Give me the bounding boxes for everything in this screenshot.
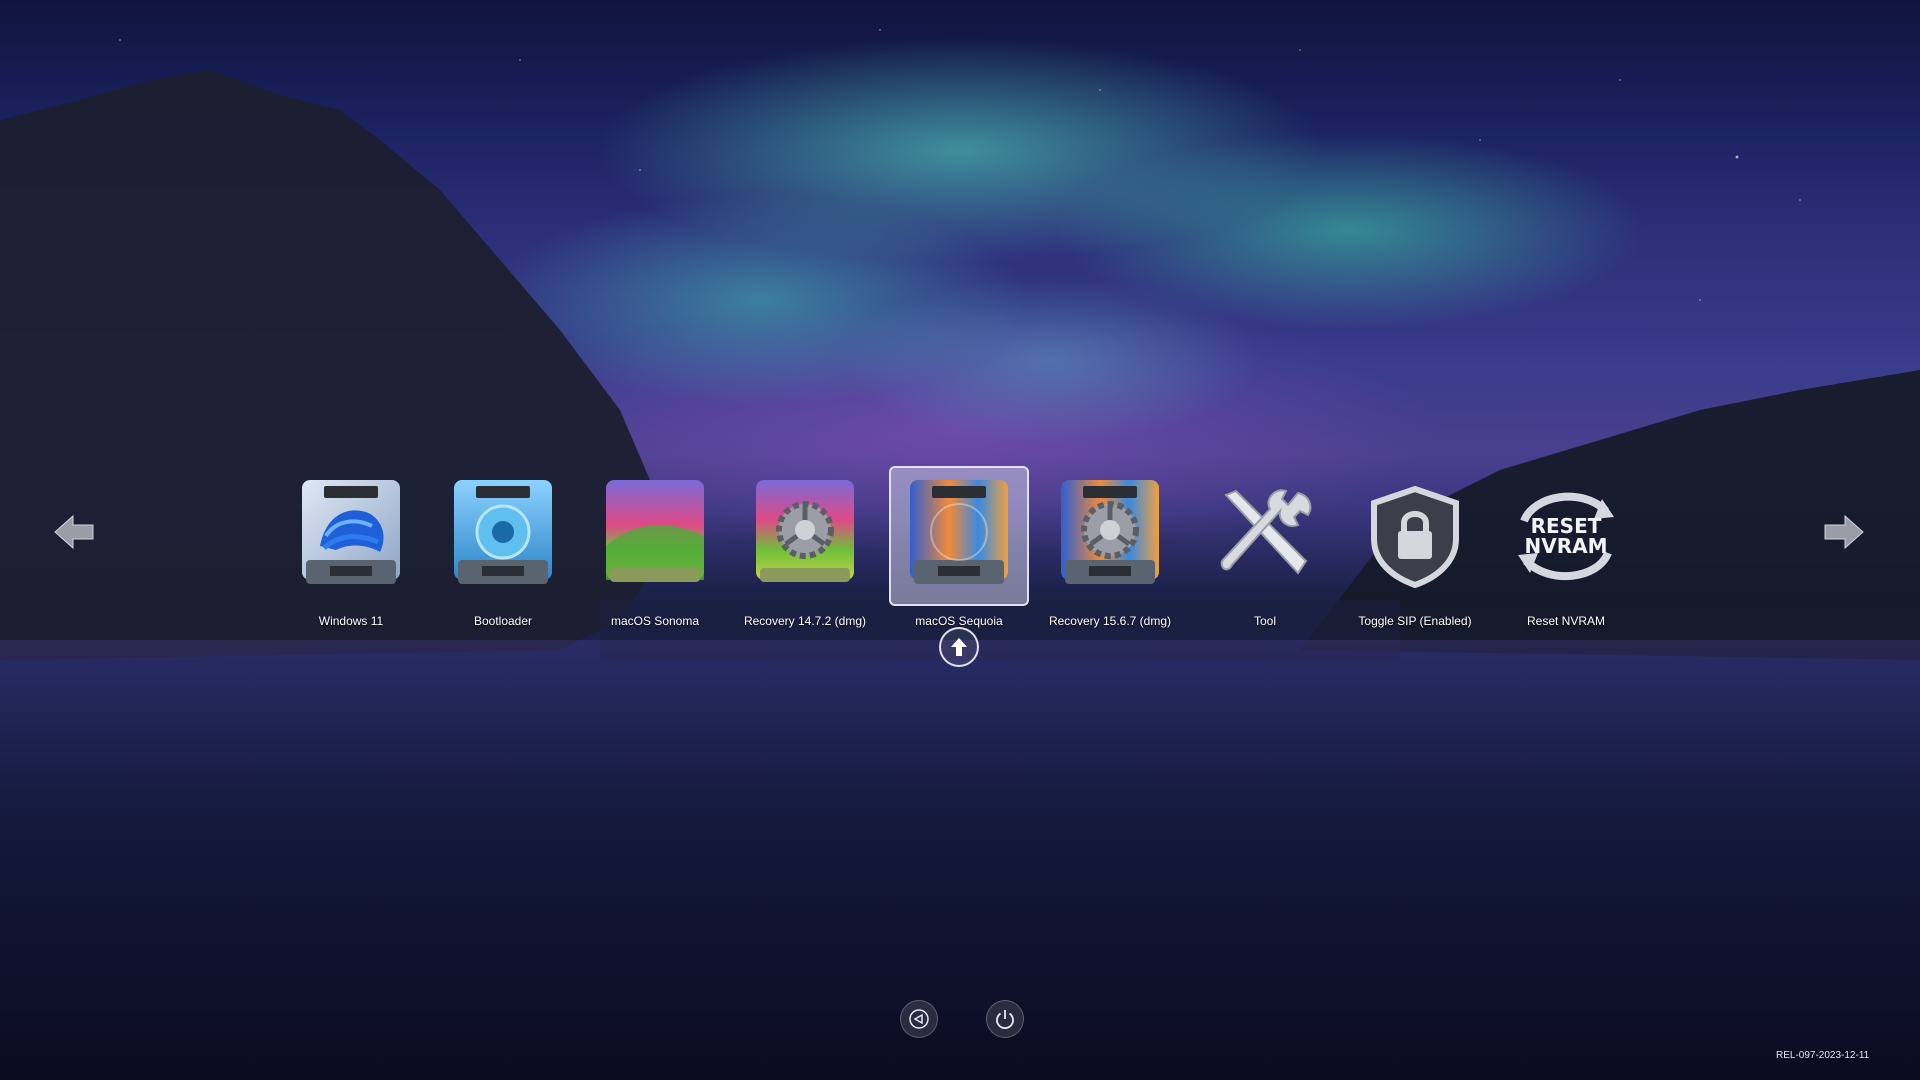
- boot-entry-toggle-sip[interactable]: Toggle SIP (Enabled): [1343, 466, 1487, 636]
- boot-picker-screen: Windows 11 Bootloader macOS Sonoma Recov…: [0, 0, 1920, 1080]
- entry-label: Windows 11: [318, 614, 384, 628]
- entry-label: Bootloader: [473, 614, 533, 628]
- entry-label: Tool: [1253, 614, 1276, 628]
- shield-lock-icon: [1371, 485, 1459, 589]
- arrow-up-icon: [951, 638, 967, 656]
- back-icon: [909, 1009, 929, 1029]
- lake-reflection: [0, 640, 1920, 1080]
- sonoma-drive-icon: [606, 480, 704, 582]
- reset-nvram-icon-line2: NVRAM: [1525, 534, 1608, 558]
- back-button[interactable]: [900, 1000, 938, 1038]
- entry-label: Recovery 14.7.2 (dmg): [743, 614, 867, 628]
- boot-entries: Windows 11 Bootloader macOS Sonoma Recov…: [0, 466, 1920, 636]
- entry-label: Recovery 15.6.7 (dmg): [1048, 614, 1172, 628]
- entry-label: Toggle SIP (Enabled): [1358, 614, 1472, 628]
- boot-entry-reset-nvram[interactable]: RESET NVRAM Reset NVRAM: [1494, 466, 1638, 636]
- entry-label: macOS Sonoma: [610, 614, 700, 628]
- sequoia-drive-icon: [910, 480, 1008, 584]
- boot-entry-tool[interactable]: Tool: [1193, 466, 1337, 636]
- recovery-sequoia-drive-icon: [1061, 480, 1159, 584]
- wrench-screwdriver-icon: [1220, 489, 1312, 575]
- windows-drive-icon: [302, 480, 400, 584]
- boot-entry-macos-sonoma[interactable]: macOS Sonoma: [583, 466, 727, 636]
- version-label: REL-097-2023-12-11: [1776, 1050, 1870, 1061]
- entry-label: macOS Sequoia: [915, 614, 1003, 628]
- boot-entry-recovery-14-7-2[interactable]: Recovery 14.7.2 (dmg): [733, 466, 877, 636]
- reset-nvram-icon: RESET NVRAM: [1518, 492, 1614, 581]
- entry-label: Reset NVRAM: [1526, 614, 1606, 628]
- bootloader-drive-icon: [454, 480, 552, 584]
- boot-entry-recovery-15-6-7[interactable]: Recovery 15.6.7 (dmg): [1038, 466, 1182, 636]
- recovery-sonoma-drive-icon: [756, 480, 854, 582]
- boot-entry-macos-sequoia[interactable]: macOS Sequoia: [887, 466, 1031, 636]
- boot-entry-bootloader[interactable]: Bootloader: [431, 466, 575, 636]
- selection-indicator: [939, 627, 979, 667]
- power-icon: [996, 1010, 1014, 1030]
- shutdown-button[interactable]: [986, 1000, 1024, 1038]
- boot-entry-windows-11[interactable]: Windows 11: [279, 466, 423, 636]
